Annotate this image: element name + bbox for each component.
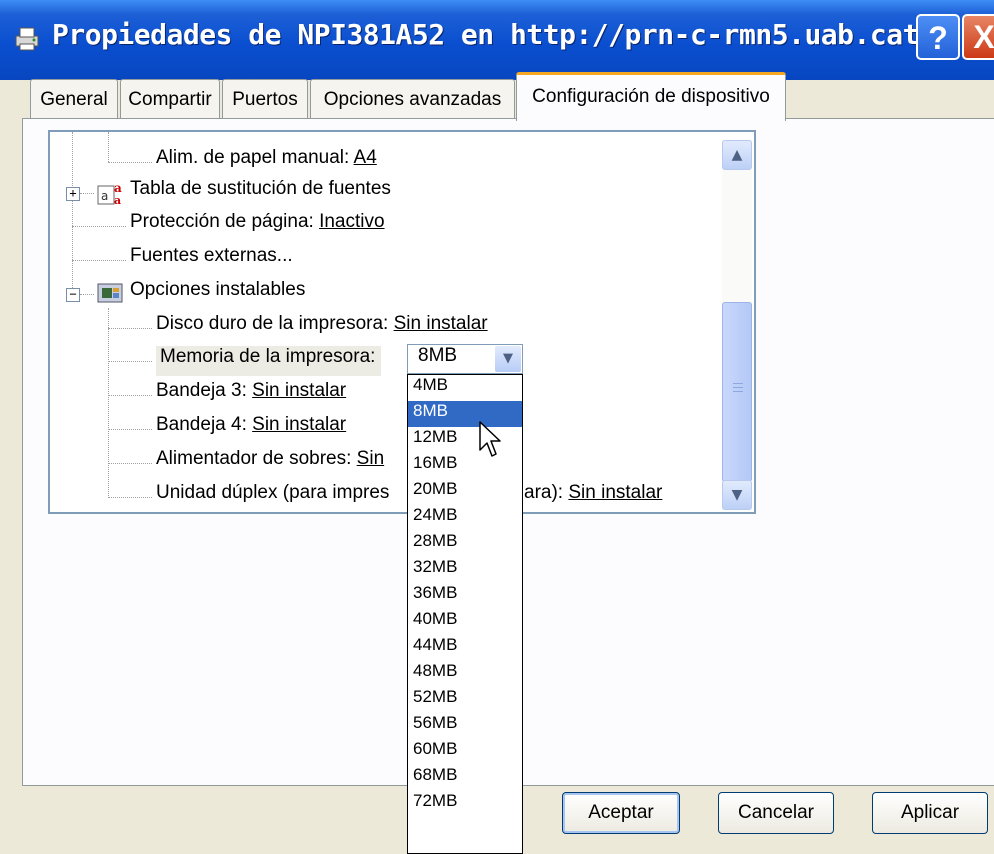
- tree-line: [108, 132, 109, 162]
- tree-line: [108, 497, 152, 498]
- tray4-value[interactable]: Sin instalar: [252, 414, 346, 435]
- chevron-down-icon[interactable]: ▼: [495, 346, 521, 372]
- dropdown-option[interactable]: 16MB: [408, 453, 522, 479]
- dropdown-option[interactable]: 68MB: [408, 765, 522, 791]
- tray3-value[interactable]: Sin instalar: [252, 380, 346, 401]
- tree-item-tray3[interactable]: Bandeja 3: Sin instalar: [156, 380, 346, 410]
- dropdown-option[interactable]: 28MB: [408, 531, 522, 557]
- tab-opciones-avanzadas[interactable]: Opciones avanzadas: [310, 79, 515, 119]
- printer-icon: [15, 27, 39, 51]
- tab-puertos[interactable]: Puertos: [222, 79, 308, 119]
- tree-item-printer-memory[interactable]: Memoria de la impresora:: [156, 346, 382, 376]
- tree-line: [108, 308, 109, 498]
- expand-icon[interactable]: +: [66, 187, 80, 201]
- tree-line: [72, 226, 126, 227]
- grip-line: [733, 391, 743, 392]
- svg-text:a: a: [114, 181, 122, 195]
- cancel-button[interactable]: Cancelar: [718, 792, 834, 834]
- dropdown-option[interactable]: 12MB: [408, 427, 522, 453]
- duplex-value[interactable]: Sin instalar: [568, 482, 662, 503]
- tab-configuracion-dispositivo[interactable]: Configuración de dispositivo: [516, 72, 786, 121]
- dropdown-option[interactable]: 40MB: [408, 609, 522, 635]
- collapse-icon[interactable]: −: [66, 288, 80, 302]
- scroll-up-button[interactable]: ▲: [722, 140, 752, 170]
- dropdown-option[interactable]: 52MB: [408, 687, 522, 713]
- help-button[interactable]: ?: [916, 14, 960, 60]
- dropdown-option[interactable]: 4MB: [408, 375, 522, 401]
- scroll-thumb[interactable]: [722, 302, 752, 482]
- grip-line: [733, 383, 743, 384]
- printer-options-icon: [97, 283, 123, 303]
- svg-text:a: a: [114, 194, 121, 206]
- dropdown-option[interactable]: 44MB: [408, 635, 522, 661]
- dropdown-option[interactable]: 60MB: [408, 739, 522, 765]
- svg-text:a: a: [101, 189, 108, 203]
- tree-line: [108, 395, 152, 396]
- device-settings-tree[interactable]: Alim. de papel manual: A4 + a a a Tabla …: [48, 130, 756, 514]
- dropdown-option-selected[interactable]: 8MB: [408, 401, 522, 427]
- grip-line: [733, 387, 743, 388]
- dropdown-option[interactable]: 20MB: [408, 479, 522, 505]
- dropdown-option[interactable]: 36MB: [408, 583, 522, 609]
- tree-scrollbar[interactable]: ▲ ▼: [722, 140, 752, 510]
- dropdown-option[interactable]: 24MB: [408, 505, 522, 531]
- dropdown-option[interactable]: 72MB: [408, 791, 522, 817]
- tree-line: [80, 193, 94, 194]
- tree-item-manual-feed[interactable]: Alim. de papel manual: A4: [156, 147, 377, 177]
- memory-select[interactable]: 8MB ▼: [407, 344, 523, 374]
- tree-item-duplex-value[interactable]: ara): Sin instalar: [524, 482, 662, 512]
- tree-line: [108, 162, 152, 163]
- tree-item-tray4[interactable]: Bandeja 4: Sin instalar: [156, 414, 346, 444]
- tree-item-duplex[interactable]: Unidad dúplex (para impres: [156, 482, 389, 512]
- ok-button[interactable]: Aceptar: [562, 792, 680, 834]
- memory-dropdown-list[interactable]: 4MB 8MB 12MB 16MB 20MB 24MB 28MB 32MB 36…: [407, 374, 523, 854]
- dropdown-option[interactable]: 32MB: [408, 557, 522, 583]
- tree-line: [72, 132, 73, 300]
- tree-line: [108, 361, 152, 362]
- tree-line: [72, 260, 126, 261]
- dropdown-option[interactable]: 56MB: [408, 713, 522, 739]
- tab-general[interactable]: General: [30, 79, 118, 119]
- close-button[interactable]: X: [962, 14, 994, 60]
- dropdown-option[interactable]: 48MB: [408, 661, 522, 687]
- tree-line: [108, 429, 152, 430]
- page-protect-value[interactable]: Inactivo: [319, 211, 384, 232]
- tree-line: [108, 463, 152, 464]
- envelope-feeder-value[interactable]: Sin: [357, 448, 384, 469]
- mouse-cursor-icon: [479, 421, 501, 457]
- apply-button[interactable]: Aplicar: [872, 792, 988, 834]
- tree-item-external-fonts[interactable]: Fuentes externas...: [130, 245, 293, 275]
- tree-line: [80, 294, 94, 295]
- font-table-icon: a a a: [97, 181, 122, 206]
- window-title: Propiedades de NPI381A52 en http://prn-c…: [52, 18, 919, 51]
- tree-item-installable-options[interactable]: Opciones instalables: [130, 279, 305, 309]
- scroll-down-button[interactable]: ▼: [722, 480, 752, 510]
- tree-item-font-substitution[interactable]: Tabla de sustitución de fuentes: [130, 178, 391, 208]
- manual-feed-value[interactable]: A4: [354, 147, 377, 168]
- memory-select-value: 8MB: [418, 345, 458, 366]
- tree-item-hard-disk[interactable]: Disco duro de la impresora: Sin instalar: [156, 313, 488, 343]
- tab-compartir[interactable]: Compartir: [120, 79, 220, 119]
- tree-item-envelope-feeder[interactable]: Alimentador de sobres: Sin: [156, 448, 384, 478]
- title-bar: Propiedades de NPI381A52 en http://prn-c…: [0, 0, 994, 80]
- tree-item-page-protect[interactable]: Protección de página: Inactivo: [130, 211, 385, 241]
- hard-disk-value[interactable]: Sin instalar: [394, 313, 488, 334]
- tree-line: [108, 328, 152, 329]
